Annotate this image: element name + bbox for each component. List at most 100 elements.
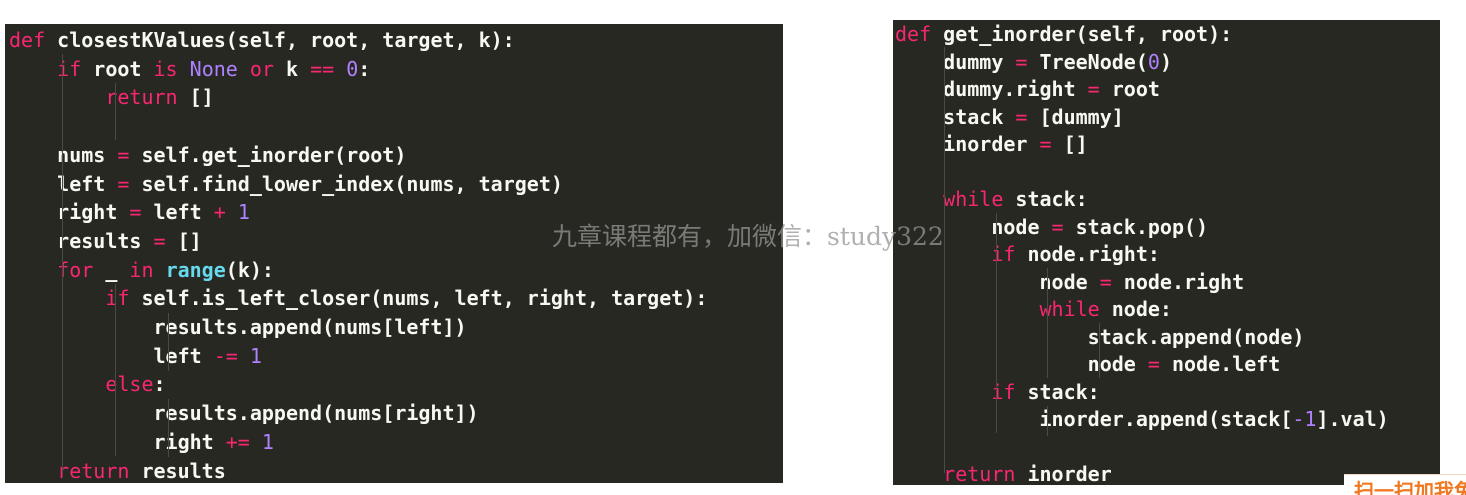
code-line: node = stack.pop() bbox=[895, 213, 1208, 241]
code-token: root bbox=[81, 56, 154, 81]
code-token: self.find_lower_index(nums, target) bbox=[129, 171, 563, 196]
code-token: stack: bbox=[1003, 187, 1088, 211]
code-token: == bbox=[310, 56, 335, 81]
code-token: node: bbox=[1099, 297, 1172, 321]
code-token: [] bbox=[165, 228, 202, 253]
code-token: dummy bbox=[895, 49, 1016, 74]
code-token: while bbox=[943, 187, 1004, 211]
code-token: if bbox=[991, 379, 1016, 404]
code-token: 1 bbox=[261, 429, 274, 454]
code-token: get_inorder(self, root): bbox=[931, 22, 1233, 46]
code-token: 1 bbox=[249, 343, 262, 368]
code-token: root bbox=[1099, 77, 1160, 101]
code-token: TreeNode( bbox=[1027, 49, 1148, 74]
code-token: inorder.append(stack[ bbox=[895, 407, 1293, 431]
code-token: = bbox=[153, 228, 166, 253]
indent-guide bbox=[944, 47, 945, 473]
code-token: : bbox=[358, 56, 371, 81]
code-token: node bbox=[895, 352, 1148, 376]
code-line: nums = self.get_inorder(root) bbox=[9, 141, 406, 169]
code-token: = bbox=[117, 142, 130, 167]
code-line: dummy.right = root bbox=[895, 75, 1160, 103]
code-line: return inorder bbox=[895, 460, 1112, 488]
code-token: while bbox=[1039, 297, 1100, 321]
code-token: k bbox=[273, 56, 311, 81]
code-line: left -= 1 bbox=[9, 342, 262, 370]
code-line: results.append(nums[left]) bbox=[9, 313, 466, 341]
code-token: = bbox=[1039, 132, 1052, 156]
code-token: _ bbox=[93, 257, 130, 282]
code-line: dummy = TreeNode(0) bbox=[895, 48, 1172, 76]
code-token: node.left bbox=[1159, 352, 1281, 376]
code-token: in bbox=[129, 257, 154, 282]
code-line: node = node.right bbox=[895, 268, 1244, 296]
code-token: nums bbox=[9, 142, 118, 167]
code-token: + bbox=[213, 200, 226, 225]
code-line: if node.right: bbox=[895, 240, 1160, 268]
indent-guide bbox=[1099, 323, 1100, 378]
code-token: -1 bbox=[1292, 407, 1317, 431]
code-token: self.get_inorder(root) bbox=[129, 142, 407, 167]
code-token: ].val) bbox=[1316, 407, 1389, 431]
code-token: inorder bbox=[895, 132, 1040, 156]
code-line: stack = [dummy] bbox=[895, 103, 1124, 131]
code-line: right += 1 bbox=[9, 428, 274, 456]
code-panel-get-inorder: def get_inorder(self, root): dummy = Tre… bbox=[893, 20, 1440, 488]
code-token: : bbox=[153, 372, 166, 397]
code-line: while node: bbox=[895, 295, 1172, 323]
corner-badge-text: 扫一扫加我免费 bbox=[1354, 479, 1466, 495]
code-token: = bbox=[1015, 49, 1028, 74]
code-token: = bbox=[1015, 104, 1028, 129]
indent-guide bbox=[115, 83, 116, 140]
indent-guide bbox=[168, 399, 169, 457]
code-line: left = self.find_lower_index(nums, targe… bbox=[9, 170, 563, 198]
code-token: else bbox=[105, 372, 154, 397]
code-token: 1 bbox=[237, 200, 250, 225]
code-token: def bbox=[9, 28, 46, 52]
indent-guide bbox=[115, 284, 116, 456]
code-token: left bbox=[141, 200, 214, 225]
code-line: def get_inorder(self, root): bbox=[895, 20, 1232, 48]
code-token: [] bbox=[177, 85, 214, 110]
corner-badge: 扫一扫加我免费 bbox=[1344, 474, 1466, 495]
code-token: results.append(nums[right]) bbox=[9, 401, 479, 426]
code-token: (k): bbox=[225, 257, 274, 282]
code-line: return [] bbox=[9, 83, 214, 111]
code-token: results bbox=[129, 458, 226, 483]
code-token: = bbox=[1099, 269, 1112, 294]
code-line: return results bbox=[9, 457, 226, 485]
code-token: = bbox=[1087, 77, 1100, 101]
code-token: dummy.right bbox=[895, 77, 1088, 101]
code-token: [] bbox=[1051, 132, 1088, 156]
code-token: if bbox=[991, 242, 1016, 266]
indent-guide bbox=[1047, 406, 1048, 436]
code-token: = bbox=[129, 200, 142, 225]
code-line: results = [] bbox=[9, 227, 202, 255]
code-token: stack.pop() bbox=[1063, 214, 1209, 239]
code-token: += bbox=[225, 429, 250, 454]
code-token: node bbox=[895, 214, 1052, 239]
code-token: or bbox=[249, 56, 274, 81]
code-token: node.right bbox=[1111, 269, 1245, 294]
code-token: return bbox=[105, 85, 178, 110]
code-token: None bbox=[189, 56, 238, 81]
code-token: left bbox=[9, 171, 118, 196]
code-token: stack: bbox=[1015, 379, 1100, 404]
code-panel-closest-k-values: def closestKValues(self, root, target, k… bbox=[5, 24, 783, 483]
indent-guide bbox=[62, 54, 63, 472]
code-line: inorder.append(stack[-1].val) bbox=[895, 405, 1389, 433]
code-token: def bbox=[895, 22, 932, 46]
